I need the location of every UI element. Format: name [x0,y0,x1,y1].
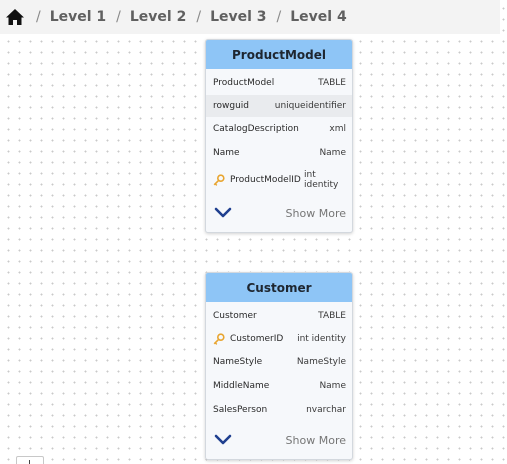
table-row[interactable]: NameStyle NameStyle [206,350,352,374]
column-name: CatalogDescription [213,124,299,134]
column-name: CustomerID [230,334,284,344]
column-name: MiddleName [213,381,270,391]
column-type: TABLE [318,311,346,321]
chevron-down-icon[interactable] [214,207,232,221]
key-icon [213,333,225,345]
breadcrumb-separator: / [276,9,282,25]
card-title[interactable]: ProductModel [206,40,352,69]
column-type: nvarchar [306,405,346,415]
column-type: uniqueidentifier [274,101,346,111]
column-type: TABLE [318,78,346,88]
table-row[interactable]: ProductModelID int identity [206,165,352,195]
home-icon[interactable] [4,6,26,28]
show-more-button[interactable]: Show More [286,434,346,447]
column-name-with-key: CustomerID [213,333,283,345]
card-footer: Show More [206,195,352,232]
chevron-down-icon[interactable] [214,434,232,448]
table-row[interactable]: CatalogDescription xml [206,117,352,141]
breadcrumb-level-2[interactable]: Level 2 [130,9,186,25]
key-icon [213,174,225,186]
zoom-plus-icon [29,460,30,464]
table-card-productmodel[interactable]: ProductModel ProductModel TABLE rowguid … [205,39,353,233]
table-card-customer[interactable]: Customer Customer TABLE CustomerID int i… [205,272,353,460]
table-row[interactable]: MiddleName Name [206,374,352,398]
breadcrumb-separator: / [116,9,121,25]
column-type: int identity [297,334,346,344]
breadcrumb: / Level 1 / Level 2 / Level 3 / Level 4 [0,0,500,34]
column-type: NameStyle [296,357,346,367]
table-row[interactable]: Name Name [206,141,352,165]
column-name-with-key: ProductModelID [213,174,301,186]
column-name: Customer [213,311,257,321]
table-row[interactable]: rowguid uniqueidentifier [206,95,352,117]
card-title[interactable]: Customer [206,273,352,302]
breadcrumb-separator: / [196,9,202,25]
column-type: Name [319,148,346,158]
column-name: SalesPerson [213,405,268,415]
column-name: ProductModelID [230,175,301,185]
column-name: NameStyle [213,357,263,367]
table-row[interactable]: ProductModel TABLE [206,71,352,95]
breadcrumb-level-1[interactable]: Level 1 [50,9,106,25]
show-more-button[interactable]: Show More [286,207,346,220]
breadcrumb-level-4[interactable]: Level 4 [290,9,346,25]
column-name: Name [213,148,240,158]
table-row[interactable]: CustomerID int identity [206,328,352,350]
column-name: ProductModel [213,78,275,88]
column-type-line: identity [304,180,339,190]
column-type-line: int [304,170,316,180]
column-type: int identity [304,170,346,190]
column-name: rowguid [213,101,249,111]
breadcrumb-level-3[interactable]: Level 3 [210,9,266,25]
table-row[interactable]: SalesPerson nvarchar [206,398,352,422]
zoom-control[interactable] [16,456,44,464]
table-row[interactable]: Customer TABLE [206,304,352,328]
card-footer: Show More [206,422,352,459]
column-type: xml [329,124,346,134]
column-type: Name [319,381,346,391]
breadcrumb-separator: / [36,9,41,25]
